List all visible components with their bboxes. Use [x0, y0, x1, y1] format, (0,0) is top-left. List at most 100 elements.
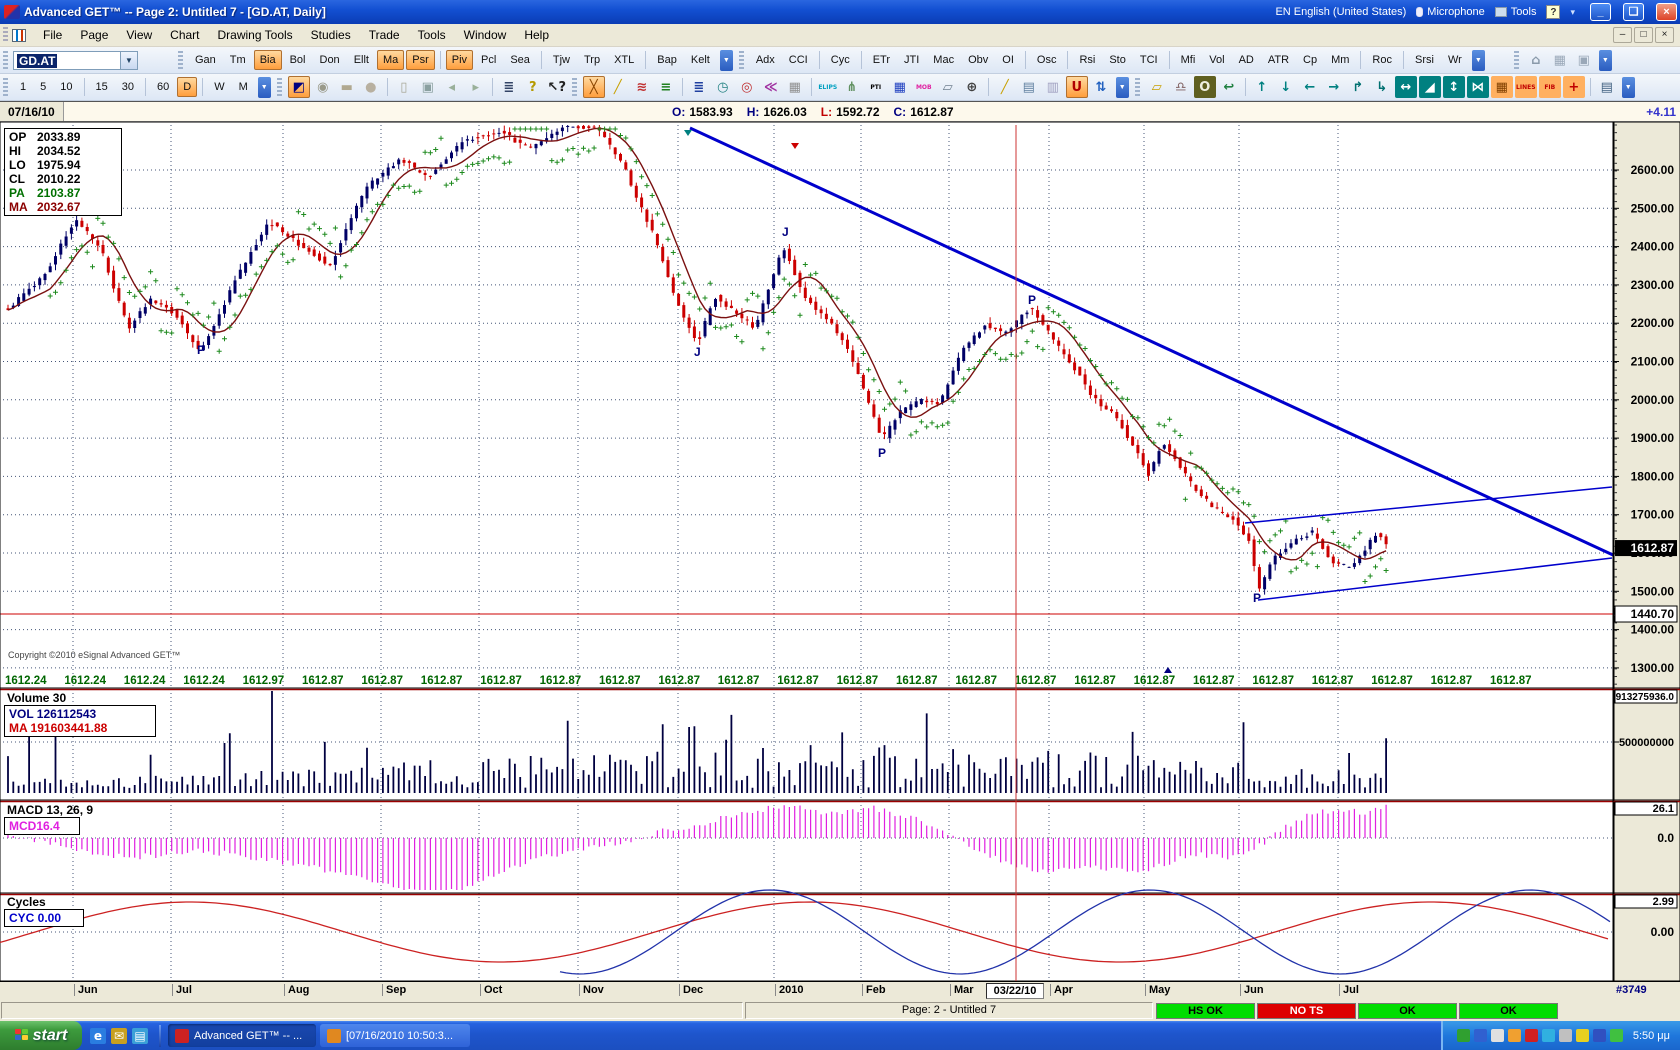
study-cp[interactable]: Cp — [1297, 50, 1323, 70]
restore-button[interactable]: ❏ — [1623, 3, 1644, 21]
study-bol[interactable]: Bol — [284, 50, 312, 70]
study-ellt[interactable]: Ellt — [348, 50, 375, 70]
layout-icon[interactable]: ▣ — [1573, 49, 1595, 71]
save-icon[interactable]: ▣ — [417, 76, 439, 98]
studies2-more-button[interactable]: ▼ — [1472, 50, 1485, 71]
marker-icon[interactable]: ▬ — [336, 76, 358, 98]
fan-lines-icon[interactable]: ≪ — [760, 76, 782, 98]
symbol-combo[interactable]: GD.AT ▼ — [13, 51, 138, 70]
tray-icon-9[interactable] — [1593, 1029, 1606, 1042]
misc-more-button[interactable]: ▼ — [1599, 50, 1612, 71]
menu-view[interactable]: View — [117, 25, 161, 45]
chart-canvas[interactable]: 2600.002500.002400.002300.002200.002100.… — [0, 122, 1680, 1000]
language-help-button[interactable]: ? — [1546, 5, 1560, 19]
study-don[interactable]: Don — [314, 50, 346, 70]
timeframe-5[interactable]: 5 — [34, 77, 52, 97]
study-vol[interactable]: Vol — [1203, 50, 1230, 70]
timeframe-30[interactable]: 30 — [116, 77, 140, 97]
expand-diag-icon[interactable]: ◢ — [1419, 76, 1441, 98]
study-mfi[interactable]: Mfi — [1175, 50, 1202, 70]
chart-window-icon[interactable] — [12, 29, 26, 42]
study-tm[interactable]: Tm — [224, 50, 252, 70]
lock-icon[interactable]: ◉ — [312, 76, 334, 98]
study-xtl[interactable]: XTL — [608, 50, 640, 70]
parallel-lines-icon[interactable]: ≡ — [655, 76, 677, 98]
pitchfork-icon[interactable]: ⋔ — [841, 76, 863, 98]
language-tools-button[interactable]: Tools — [1495, 6, 1537, 18]
oval-icon[interactable]: ● — [360, 76, 382, 98]
context-help-icon[interactable]: ↖? — [546, 76, 568, 98]
study-sto[interactable]: Sto — [1103, 50, 1132, 70]
menu-tools[interactable]: Tools — [409, 25, 455, 45]
open-folder-icon[interactable]: ▱ — [1146, 76, 1168, 98]
toolbar-grip[interactable] — [739, 51, 744, 70]
time-clock-icon[interactable]: ◷ — [712, 76, 734, 98]
study-cyc[interactable]: Cyc — [825, 50, 856, 70]
study-oi[interactable]: OI — [996, 50, 1020, 70]
study-osc[interactable]: Osc — [1031, 50, 1063, 70]
selected-date-box[interactable]: 03/22/10 — [986, 983, 1044, 999]
tray-icon-10[interactable] — [1610, 1029, 1623, 1042]
title-bar[interactable]: Advanced GET™ -- Page 2: Untitled 7 - [G… — [0, 0, 1680, 24]
tray-icon-4[interactable] — [1508, 1029, 1521, 1042]
timeframe-60[interactable]: 60 — [151, 77, 175, 97]
pencil-icon[interactable]: ╱ — [607, 76, 629, 98]
clipboard-icon[interactable]: ▯ — [393, 76, 415, 98]
study-bap[interactable]: Bap — [651, 50, 683, 70]
copy-pages-icon[interactable]: ▥ — [1042, 76, 1064, 98]
pages-grid-icon[interactable]: ▤ — [1018, 76, 1040, 98]
toolbar-grip[interactable] — [1135, 78, 1140, 97]
study-obv[interactable]: Obv — [962, 50, 994, 70]
data-window-icon[interactable]: ◩ — [288, 76, 310, 98]
study-sea[interactable]: Sea — [504, 50, 536, 70]
menu-grip[interactable] — [3, 27, 8, 43]
grid-icon[interactable]: ▦ — [784, 76, 806, 98]
fib-icon[interactable]: FIB — [1539, 76, 1561, 98]
left-arrow-icon[interactable]: ← — [1299, 76, 1321, 98]
uturn-icon[interactable]: U — [1066, 76, 1088, 98]
pti-icon[interactable]: PTI — [865, 76, 887, 98]
alert-scales-icon[interactable]: ♎ — [1170, 76, 1192, 98]
tray-icon-5[interactable] — [1525, 1029, 1538, 1042]
start-button[interactable]: start — [0, 1021, 82, 1050]
menu-studies[interactable]: Studies — [302, 25, 360, 45]
zoom-icon[interactable]: ⊕ — [961, 76, 983, 98]
regression-lines-icon[interactable]: ≣ — [688, 76, 710, 98]
study-pcl[interactable]: Pcl — [475, 50, 502, 70]
study-srsi[interactable]: Srsi — [1409, 50, 1440, 70]
toolbar-grip[interactable] — [1514, 51, 1519, 70]
mdi-close-button[interactable]: × — [1655, 27, 1674, 43]
target-icon[interactable]: ◎ — [736, 76, 758, 98]
studies1-more-button[interactable]: ▼ — [720, 50, 733, 71]
toolbar-grip[interactable] — [3, 51, 8, 70]
properties-icon[interactable]: ▤ — [1596, 76, 1618, 98]
study-piv[interactable]: Piv — [446, 50, 473, 70]
study-tci[interactable]: TCI — [1134, 50, 1164, 70]
study-tjw[interactable]: Tjw — [547, 50, 576, 70]
home-icon[interactable]: ⌂ — [1525, 49, 1547, 71]
expand-v-icon[interactable]: ↕ — [1443, 76, 1465, 98]
drawing-more-button[interactable]: ▼ — [1116, 77, 1129, 98]
study-ad[interactable]: AD — [1233, 50, 1260, 70]
grid-blue-icon[interactable]: ▦ — [889, 76, 911, 98]
timeframe-15[interactable]: 15 — [90, 77, 114, 97]
pencil2-icon[interactable]: ╱ — [994, 76, 1016, 98]
wave-lines-icon[interactable]: ≋ — [631, 76, 653, 98]
timeframe-10[interactable]: 10 — [54, 77, 78, 97]
toolbar-grip[interactable] — [178, 51, 183, 70]
print-icon[interactable]: ≣ — [498, 76, 520, 98]
cross-icon[interactable]: + — [1563, 76, 1585, 98]
density-icon[interactable]: ▦ — [1491, 76, 1513, 98]
study-mm[interactable]: Mm — [1325, 50, 1355, 70]
toolbar-grip[interactable] — [3, 78, 8, 97]
menu-drawing-tools[interactable]: Drawing Tools — [209, 25, 302, 45]
study-ma[interactable]: Ma — [377, 50, 404, 70]
study-psr[interactable]: Psr — [406, 50, 435, 70]
mdi-restore-button[interactable]: □ — [1634, 27, 1653, 43]
task-button-1[interactable]: Advanced GET™ -- ... — [168, 1024, 316, 1047]
show-desktop-icon[interactable]: ▤ — [132, 1028, 148, 1044]
tray-icon-2[interactable] — [1474, 1029, 1487, 1042]
timeframe-w[interactable]: W — [208, 77, 230, 97]
up-arrow-icon[interactable]: ↑ — [1251, 76, 1273, 98]
mob-icon[interactable]: MOB — [913, 76, 935, 98]
